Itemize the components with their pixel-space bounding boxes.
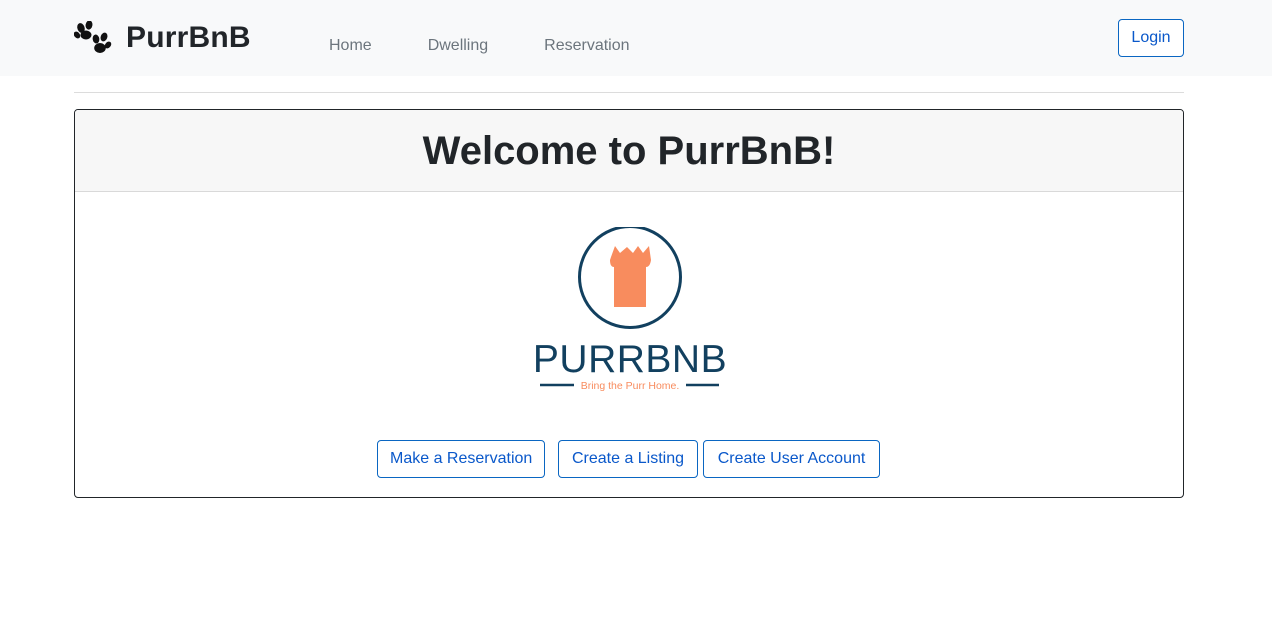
cat-paw-icon (610, 246, 651, 307)
logo-tagline: Bring the Purr Home. (581, 380, 680, 392)
create-user-account-button[interactable]: Create User Account (703, 440, 880, 478)
header-divider (74, 92, 1184, 93)
action-buttons: Make a Reservation Create a Listing Crea… (75, 440, 1183, 478)
logo-wordmark: PURRBNB (535, 338, 725, 381)
nav-item-dwelling[interactable]: Dwelling (428, 36, 488, 56)
card-body: PURRBNB Bring the Purr Home. Make a Rese… (75, 192, 1183, 497)
paw-icon (74, 21, 112, 55)
nav-links: Home Dwelling Reservation (329, 36, 686, 56)
nav-item-home[interactable]: Home (329, 36, 372, 56)
page-title: Welcome to PurrBnB! (422, 128, 836, 173)
nav-item-reservation[interactable]: Reservation (544, 36, 629, 56)
login-button[interactable]: Login (1118, 19, 1184, 57)
create-listing-button[interactable]: Create a Listing (558, 440, 698, 478)
make-reservation-button[interactable]: Make a Reservation (377, 440, 545, 478)
card-header: Welcome to PurrBnB! (75, 110, 1183, 192)
welcome-card: Welcome to PurrBnB! PURRBNB Bring the Pu… (74, 109, 1184, 498)
brand-name: PurrBnB (126, 21, 251, 54)
purrbnb-logo: PURRBNB Bring the Purr Home. (533, 225, 727, 395)
brand-link[interactable]: PurrBnB (74, 20, 251, 56)
navbar: PurrBnB Home Dwelling Reservation Login (0, 0, 1272, 76)
